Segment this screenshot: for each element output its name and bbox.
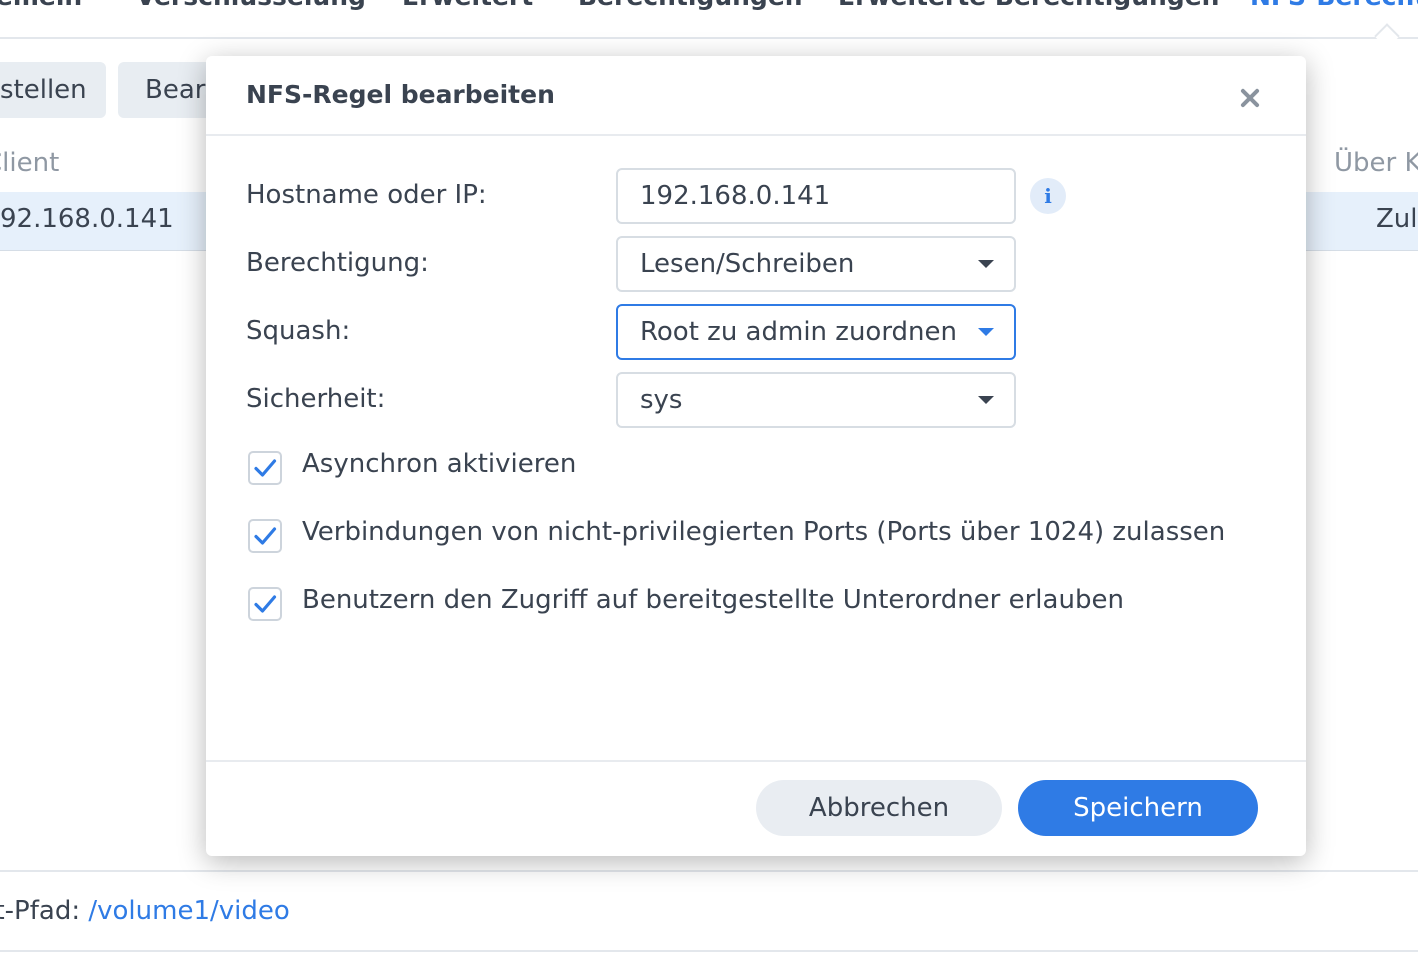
checkmark-icon: [254, 527, 277, 545]
squash-select[interactable]: Root zu admin zuordnen: [616, 304, 1016, 360]
permission-select[interactable]: Lesen/Schreiben: [616, 236, 1016, 292]
save-button[interactable]: Speichern: [1018, 780, 1258, 836]
mount-path-link[interactable]: /volume1/video: [88, 896, 289, 926]
create-button-label: stellen: [0, 75, 87, 105]
edit-nfs-rule-dialog: NFS-Regel bearbeiten Hostname oder IP: i…: [206, 56, 1306, 856]
tab-permissions[interactable]: Berechtigungen: [578, 0, 803, 11]
tab-advanced[interactable]: Erweitert: [402, 0, 533, 11]
cell-access: Zul: [1376, 204, 1418, 234]
dialog-footer-divider: [206, 760, 1306, 762]
async-checkbox[interactable]: [248, 451, 282, 485]
tab-bar: gemein Verschlüsselung Erweitert Berecht…: [0, 0, 1418, 39]
tab-encryption[interactable]: Verschlüsselung: [136, 0, 366, 11]
checkmark-icon: [254, 595, 277, 613]
column-client[interactable]: Client: [0, 148, 59, 178]
close-icon[interactable]: [1230, 78, 1270, 118]
tab-nfs-permissions[interactable]: NFS-Berecht: [1250, 0, 1418, 11]
subfolder-access-checkbox[interactable]: [248, 587, 282, 621]
edit-button-label: Bear: [145, 75, 206, 105]
cell-client: 92.168.0.141: [0, 204, 174, 234]
hostname-input[interactable]: [640, 170, 970, 222]
tab-general[interactable]: gemein: [0, 0, 82, 11]
chevron-down-icon: [978, 328, 994, 336]
squash-value: Root zu admin zuordnen: [640, 317, 958, 347]
hostname-input-box[interactable]: [616, 168, 1016, 224]
hostname-label: Hostname oder IP:: [246, 180, 487, 210]
create-button[interactable]: stellen: [0, 62, 106, 118]
permission-label: Berechtigung:: [246, 248, 429, 278]
security-value: sys: [640, 385, 683, 415]
security-select[interactable]: sys: [616, 372, 1016, 428]
permission-value: Lesen/Schreiben: [640, 249, 855, 279]
mount-path-label: nt-Pfad:: [0, 896, 81, 926]
column-cross-mount[interactable]: Über K: [1334, 148, 1418, 178]
divider: [0, 950, 1418, 952]
tab-advanced-permissions[interactable]: Erweiterte Berechtigungen: [838, 0, 1219, 11]
chevron-down-icon: [978, 260, 994, 268]
async-checkbox-label: Asynchron aktivieren: [302, 449, 577, 479]
unprivileged-ports-checkbox[interactable]: [248, 519, 282, 553]
chevron-down-icon: [978, 396, 994, 404]
dialog-title: NFS-Regel bearbeiten: [246, 80, 555, 109]
info-icon[interactable]: i: [1030, 178, 1066, 214]
squash-label: Squash:: [246, 316, 351, 346]
mount-path: nt-Pfad: /volume1/video: [0, 896, 290, 926]
cancel-button[interactable]: Abbrechen: [756, 780, 1002, 836]
subfolder-access-checkbox-label: Benutzern den Zugriff auf bereitgestellt…: [302, 585, 1124, 615]
security-label: Sicherheit:: [246, 384, 386, 414]
checkmark-icon: [254, 459, 277, 477]
divider: [0, 870, 1418, 872]
unprivileged-ports-checkbox-label: Verbindungen von nicht-privilegierten Po…: [302, 517, 1226, 547]
dialog-header-divider: [206, 134, 1306, 136]
